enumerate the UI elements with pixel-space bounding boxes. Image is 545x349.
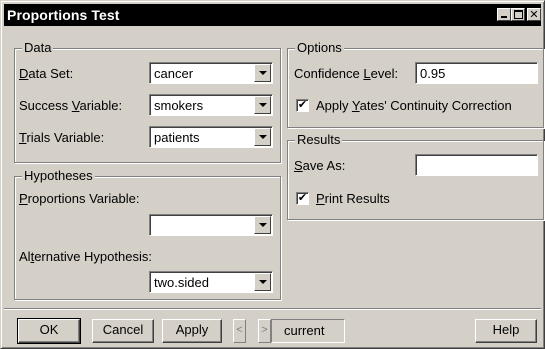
yates-correction-checkbox[interactable]: ✔ [296, 99, 309, 112]
proportions-variable-select[interactable] [149, 214, 273, 236]
alternative-hypothesis-select[interactable]: two.sided [149, 271, 273, 293]
dialog-window: Proportions Test ✕ Data Data Set: cancer… [0, 0, 545, 349]
dataset-dropdown-arrow-icon[interactable] [254, 64, 271, 82]
options-group: Options Confidence Level: 0.95 ✔ Apply Y… [287, 40, 544, 128]
chevron-left-icon: < [236, 324, 243, 336]
current-indicator: current [271, 319, 345, 343]
check-icon: ✔ [297, 192, 308, 204]
success-variable-label: Success Variable: [19, 98, 123, 113]
apply-button[interactable]: Apply [162, 319, 222, 343]
success-dropdown-arrow-icon[interactable] [254, 96, 271, 114]
chevron-right-icon: > [261, 324, 268, 336]
dataset-value: cancer [154, 66, 194, 81]
maximize-button[interactable] [511, 8, 525, 21]
trials-variable-label: Trials Variable: [19, 130, 105, 145]
data-group-legend: Data [22, 40, 54, 55]
success-variable-select[interactable]: smokers [149, 94, 273, 116]
dataset-select[interactable]: cancer [149, 62, 273, 84]
confidence-level-label: Confidence Level: [294, 66, 399, 81]
options-group-legend: Options [295, 40, 344, 55]
check-icon: ✔ [297, 99, 308, 111]
results-group-legend: Results [295, 132, 343, 147]
alternative-hypothesis-label: Alternative Hypothesis: [19, 249, 152, 264]
next-button[interactable]: > [258, 319, 271, 343]
save-as-label: Save As: [294, 158, 346, 173]
save-as-input[interactable] [415, 154, 538, 176]
button-bar-separator [4, 308, 541, 310]
yates-correction-label[interactable]: Apply Yates' Continuity Correction [316, 98, 512, 113]
alternative-dropdown-arrow-icon[interactable] [254, 273, 271, 291]
trials-variable-value: patients [154, 130, 200, 145]
dataset-label: Data Set: [19, 66, 74, 81]
data-group: Data Data Set: cancer Success Variable: … [14, 40, 281, 163]
print-results-label[interactable]: Print Results [316, 191, 390, 206]
close-button[interactable]: ✕ [527, 8, 541, 21]
hypotheses-group: Hypotheses Proportions Variable: Alterna… [14, 168, 281, 300]
title-bar: Proportions Test ✕ [4, 4, 541, 26]
proportions-variable-label: Proportions Variable: [19, 191, 140, 206]
cancel-button[interactable]: Cancel [92, 319, 154, 343]
ok-button[interactable]: OK [17, 318, 81, 344]
close-icon: ✕ [529, 9, 539, 21]
minimize-icon [501, 16, 507, 18]
alternative-hypothesis-value: two.sided [154, 275, 209, 290]
print-results-checkbox[interactable]: ✔ [296, 192, 309, 205]
trials-variable-select[interactable]: patients [149, 126, 273, 148]
success-variable-value: smokers [154, 98, 204, 113]
maximize-icon [514, 10, 523, 19]
help-button[interactable]: Help [475, 319, 537, 343]
proportions-dropdown-arrow-icon[interactable] [254, 216, 271, 234]
window-title: Proportions Test [7, 7, 120, 23]
minimize-button[interactable] [497, 8, 511, 21]
results-group: Results Save As: ✔ Print Results [287, 132, 544, 220]
trials-dropdown-arrow-icon[interactable] [254, 128, 271, 146]
confidence-level-input[interactable]: 0.95 [415, 62, 538, 84]
previous-button[interactable]: < [233, 319, 246, 343]
hypotheses-group-legend: Hypotheses [22, 168, 95, 183]
